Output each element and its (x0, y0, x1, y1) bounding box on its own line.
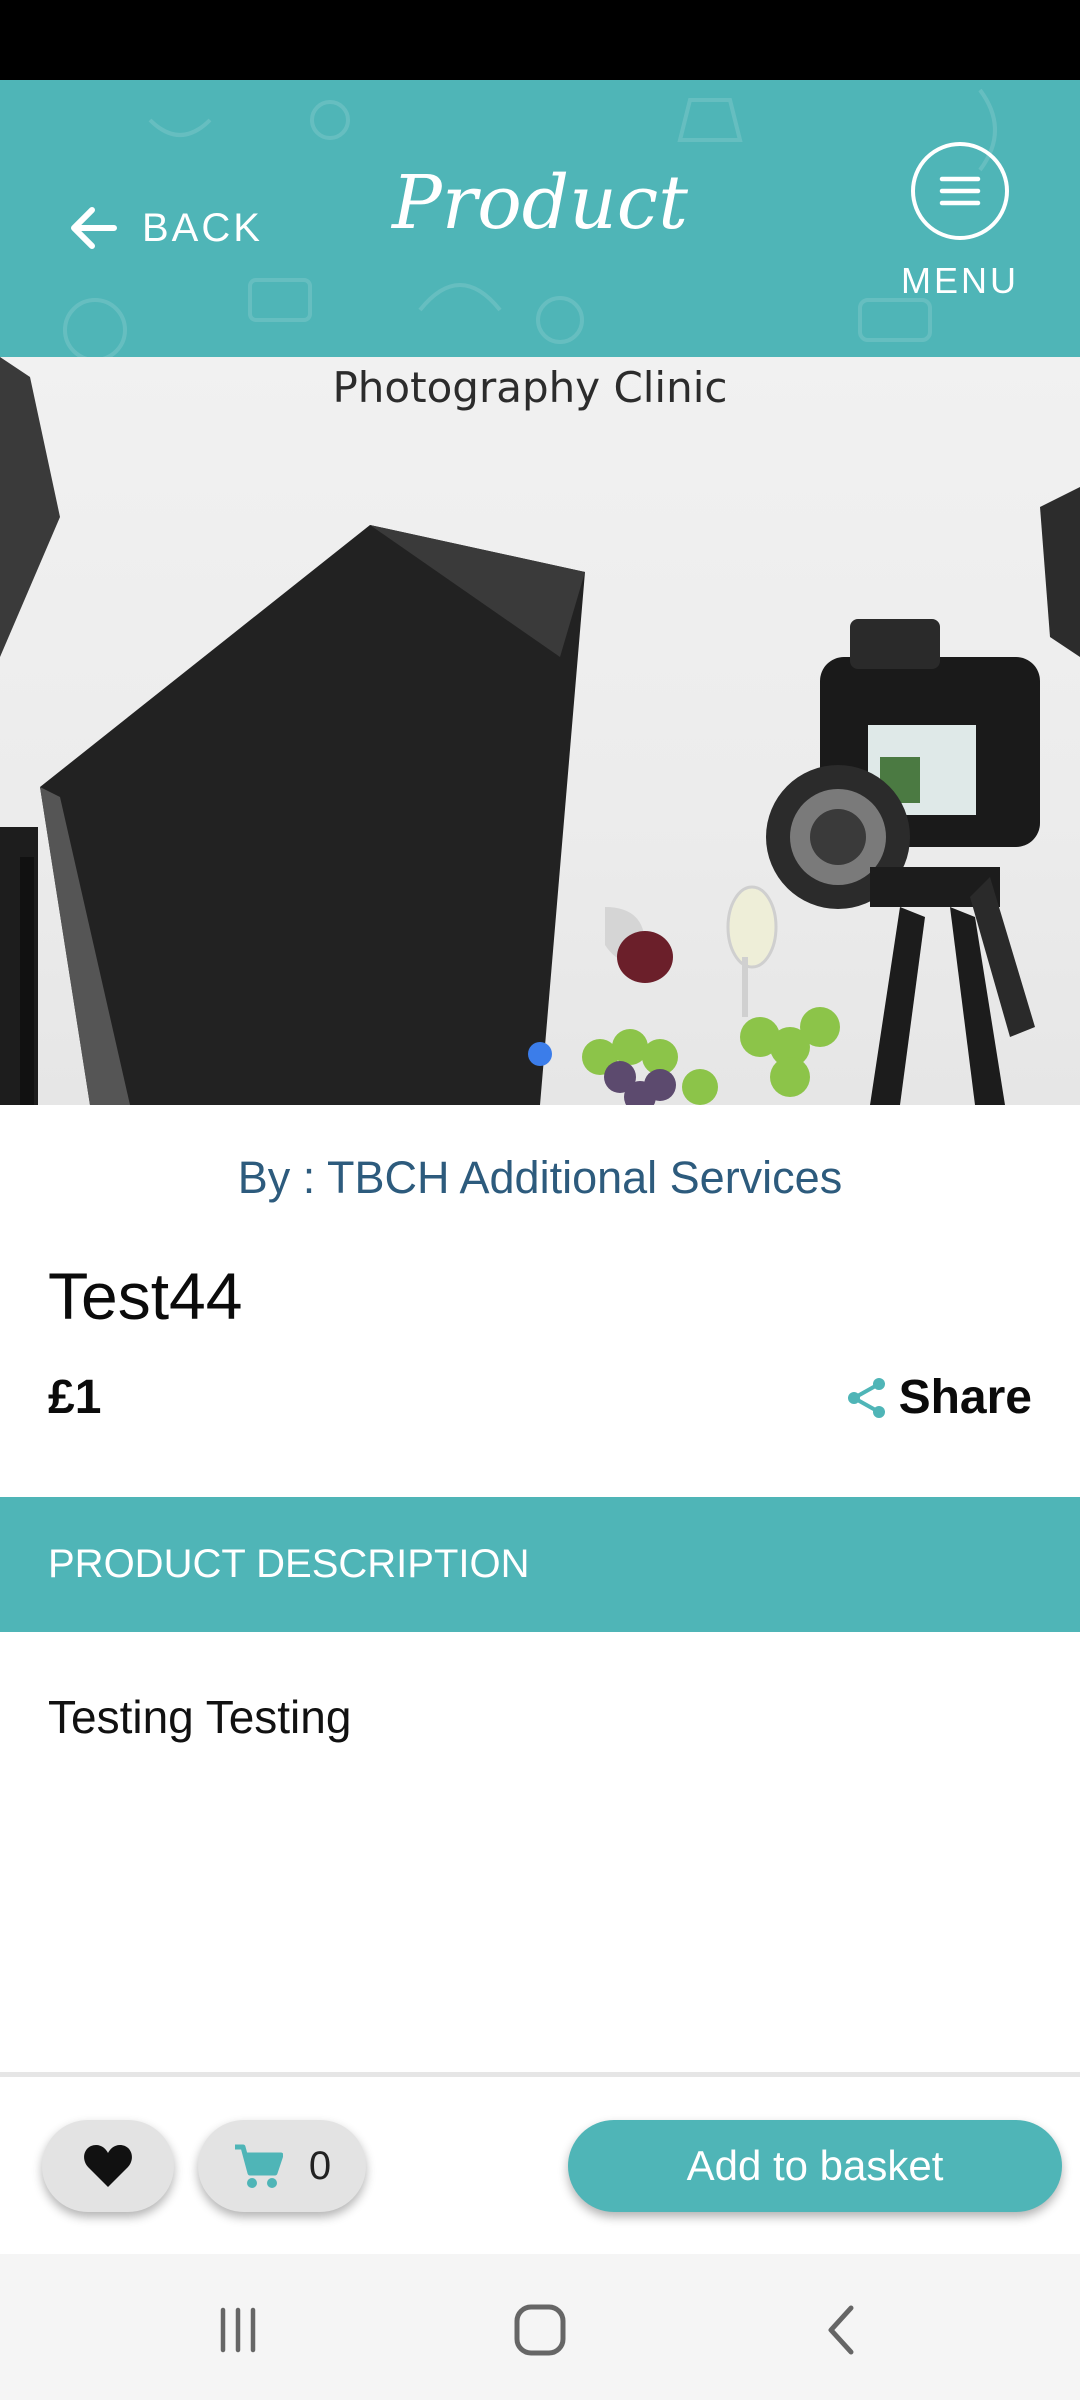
favorite-button[interactable] (42, 2120, 174, 2212)
menu-label: MENU (901, 260, 1019, 301)
arrow-left-icon (71, 207, 117, 249)
product-image-carousel[interactable]: Photography Clinic (0, 357, 1080, 1105)
product-title: Test44 (48, 1259, 243, 1333)
image-caption: Photography Clinic (332, 363, 728, 412)
seller-name[interactable]: By : TBCH Additional Services (0, 1152, 1080, 1204)
menu-button[interactable]: MENU (900, 142, 1020, 302)
system-nav-bar (0, 2254, 1080, 2400)
hamburger-icon (939, 176, 981, 206)
home-icon (514, 2304, 566, 2356)
heart-icon (84, 2145, 132, 2187)
status-bar (0, 0, 1080, 80)
share-icon (847, 1377, 885, 1418)
recents-button[interactable] (198, 2290, 278, 2370)
app-header: BACK Product MENU (0, 80, 1080, 357)
divider (0, 2072, 1080, 2077)
product-photo (0, 357, 1080, 1105)
carousel-indicator-dot[interactable] (528, 1042, 552, 1066)
page-title: Product (392, 160, 688, 246)
add-to-basket-button[interactable]: Add to basket (568, 2120, 1062, 2212)
recents-icon (220, 2307, 256, 2353)
back-button[interactable]: BACK (68, 188, 263, 268)
share-button[interactable]: Share (845, 1370, 1032, 1425)
home-button[interactable] (500, 2290, 580, 2370)
cart-icon (234, 2144, 283, 2188)
cart-count: 0 (308, 2143, 332, 2188)
description-header: PRODUCT DESCRIPTION (0, 1497, 1080, 1632)
back-label: BACK (142, 205, 263, 250)
back-nav-icon (828, 2305, 854, 2355)
share-label: Share (898, 1371, 1032, 1424)
cart-button[interactable]: 0 (198, 2120, 366, 2212)
product-price: £1 (48, 1371, 102, 1424)
description-heading: PRODUCT DESCRIPTION (48, 1542, 530, 1586)
menu-circle (911, 142, 1009, 240)
description-text: Testing Testing (48, 1691, 352, 1743)
back-nav-button[interactable] (802, 2290, 882, 2370)
